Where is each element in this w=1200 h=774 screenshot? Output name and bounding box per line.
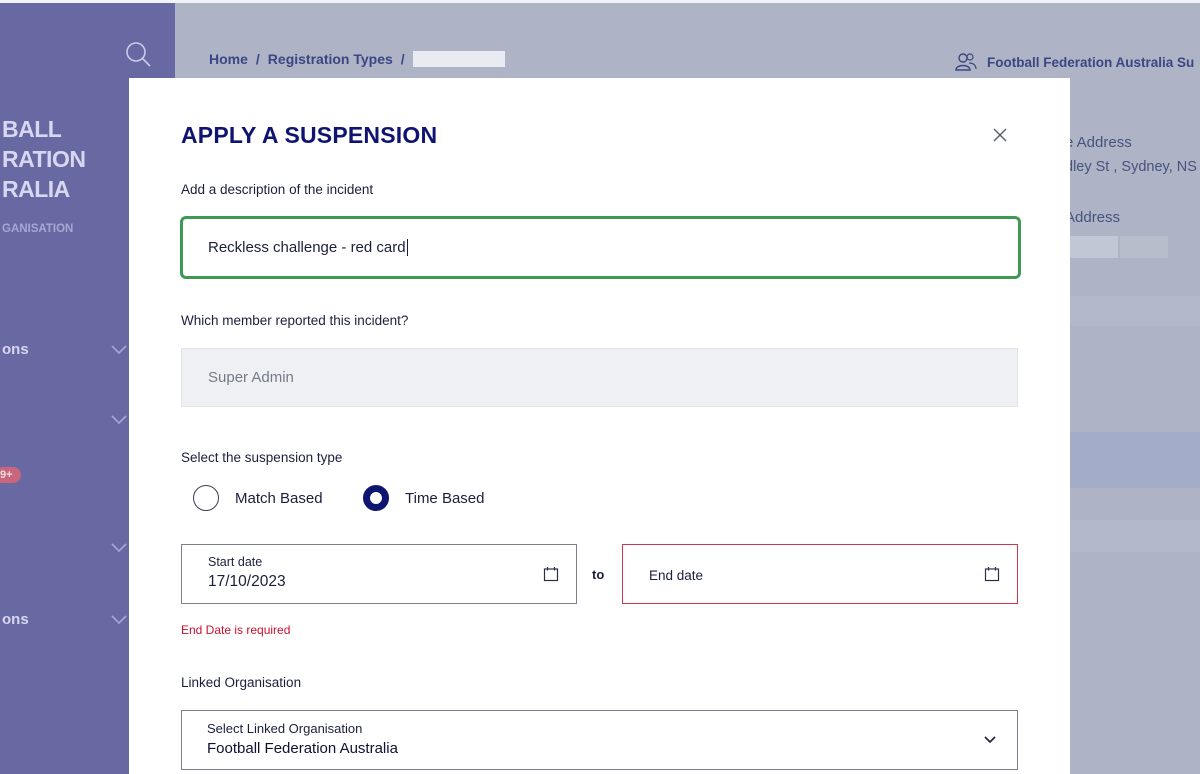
start-date-value: 17/10/2023 — [208, 573, 286, 590]
apply-suspension-modal: APPLY A SUSPENSION Add a description of … — [129, 78, 1070, 774]
breadcrumb-separator: / — [255, 51, 260, 67]
radio-button[interactable] — [193, 485, 219, 511]
linked-organisation-select[interactable]: Select Linked Organisation Football Fede… — [181, 710, 1018, 770]
notification-badge: 9+ — [0, 467, 21, 483]
background-field — [1120, 236, 1168, 258]
radio-label: Match Based — [235, 489, 323, 507]
calendar-icon[interactable] — [984, 566, 1000, 582]
chevron-down-icon — [111, 543, 127, 553]
radio-match-based[interactable]: Match Based — [193, 485, 323, 511]
background-field — [1070, 236, 1118, 258]
breadcrumb: Home / Registration Types / — [209, 51, 505, 67]
start-date-field[interactable]: Start date 17/10/2023 — [181, 544, 577, 604]
chevron-down-icon — [111, 615, 127, 625]
radio-label: Time Based — [405, 489, 485, 507]
breadcrumb-redacted — [412, 51, 505, 67]
background-row — [1070, 296, 1200, 326]
address2-label: Address — [1065, 209, 1121, 226]
start-date-label: Start date — [208, 555, 263, 569]
calendar-icon[interactable] — [543, 566, 559, 582]
radio-button-selected[interactable] — [363, 485, 389, 511]
background-row — [1070, 520, 1200, 552]
chevron-down-icon — [984, 736, 996, 744]
brand-logo-text: BALL RATION RALIA — [2, 116, 86, 202]
search-icon[interactable] — [124, 40, 152, 68]
breadcrumb-separator: / — [400, 51, 405, 67]
end-date-placeholder: End date — [649, 568, 704, 583]
modal-title: APPLY A SUSPENSION — [181, 122, 438, 148]
chevron-down-icon — [111, 345, 127, 355]
select-label: Select Linked Organisation — [207, 721, 363, 736]
user-group-icon — [955, 53, 977, 71]
end-date-error: End Date is required — [181, 623, 291, 637]
chevron-down-icon — [111, 415, 127, 425]
radio-time-based[interactable]: Time Based — [363, 485, 484, 511]
breadcrumb-home[interactable]: Home — [209, 51, 248, 67]
member-label: Which member reported this incident? — [181, 313, 409, 328]
description-input[interactable]: Reckless challenge - red card — [180, 216, 1021, 279]
organisation-name: Football Federation Australia Su — [987, 54, 1195, 70]
description-value: Reckless challenge - red card — [208, 239, 406, 256]
date-range-to-label: to — [592, 567, 605, 582]
address-value: dley St , Sydney, NS — [1065, 159, 1197, 175]
description-label: Add a description of the incident — [181, 182, 374, 197]
close-icon[interactable] — [991, 126, 1009, 144]
member-value: Super Admin — [208, 369, 294, 386]
reporting-member-field: Super Admin — [181, 348, 1018, 407]
sidebar-item-label: ons — [2, 611, 29, 628]
sidebar-item-label: ons — [2, 341, 29, 358]
organisation-switcher[interactable]: Football Federation Australia Su — [955, 52, 1194, 72]
suspension-type-label: Select the suspension type — [181, 450, 343, 465]
text-caret — [406, 239, 408, 256]
breadcrumb-registration-types[interactable]: Registration Types — [268, 51, 393, 67]
linked-organisation-label: Linked Organisation — [181, 675, 302, 690]
brand-subtitle: GANISATION — [2, 223, 74, 235]
address-label: e Address — [1065, 134, 1132, 151]
select-value: Football Federation Australia — [207, 740, 398, 757]
background-row — [1070, 432, 1200, 488]
end-date-field[interactable]: End date — [622, 544, 1018, 604]
